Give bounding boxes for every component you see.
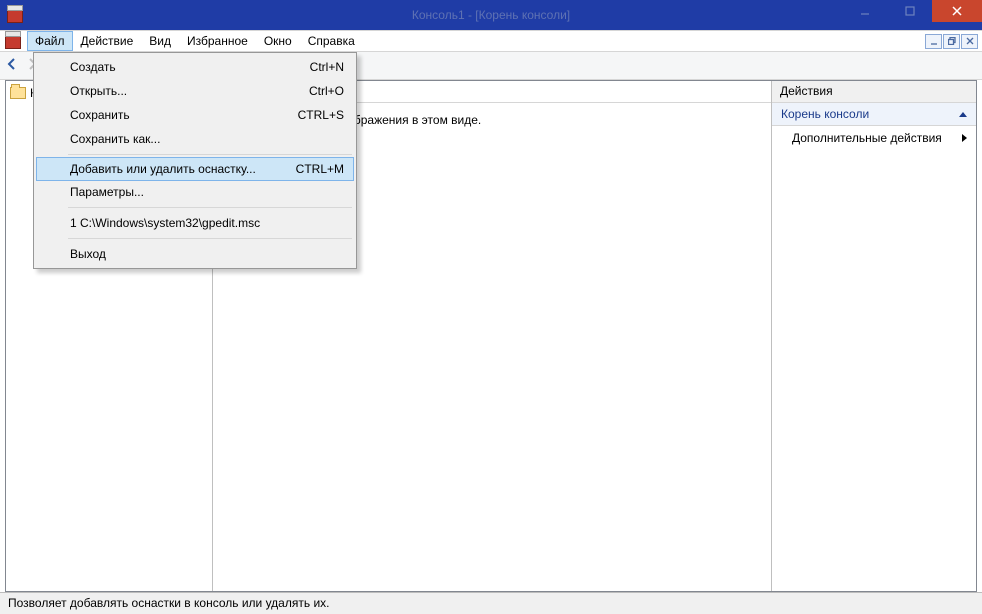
menu-item-add-remove-shortcut: CTRL+M [296,162,344,176]
menu-item-options[interactable]: Параметры... [36,180,354,204]
actions-section-header[interactable]: Корень консоли [772,103,976,126]
document-icon[interactable] [5,33,21,49]
menu-help[interactable]: Справка [300,31,363,51]
chevron-right-icon [962,134,967,142]
actions-more-label: Дополнительные действия [792,131,942,145]
statusbar-text: Позволяет добавлять оснастки в консоль и… [8,596,329,610]
collapse-icon [959,112,967,117]
menu-item-save-as[interactable]: Сохранить как... [36,127,354,151]
file-menu-dropdown: Создать Ctrl+N Открыть... Ctrl+O Сохрани… [33,52,357,269]
menu-item-create[interactable]: Создать Ctrl+N [36,55,354,79]
menu-item-create-shortcut: Ctrl+N [310,60,344,74]
mdi-minimize-button[interactable] [925,34,942,49]
menu-item-exit-label: Выход [70,247,106,261]
menu-window[interactable]: Окно [256,31,300,51]
menu-file[interactable]: Файл [27,31,73,51]
menu-item-open[interactable]: Открыть... Ctrl+O [36,79,354,103]
menu-item-recent-1[interactable]: 1 C:\Windows\system32\gpedit.msc [36,211,354,235]
mdi-restore-button[interactable] [943,34,960,49]
menu-item-save[interactable]: Сохранить CTRL+S [36,103,354,127]
menu-action[interactable]: Действие [73,31,142,51]
actions-pane: Действия Корень консоли Дополнительные д… [772,81,976,591]
menu-item-add-remove-label: Добавить или удалить оснастку... [70,162,256,176]
menubar: Файл Действие Вид Избранное Окно Справка [0,30,982,52]
menu-item-recent-label: 1 C:\Windows\system32\gpedit.msc [70,216,260,230]
menu-separator [68,207,352,208]
folder-icon [10,87,26,99]
actions-pane-title: Действия [772,81,976,103]
menu-item-save-shortcut: CTRL+S [298,108,344,122]
menu-item-save-as-label: Сохранить как... [70,132,160,146]
menu-item-create-label: Создать [70,60,116,74]
menu-item-exit[interactable]: Выход [36,242,354,266]
back-button[interactable] [4,56,20,75]
menu-item-open-shortcut: Ctrl+O [309,84,344,98]
menu-item-save-label: Сохранить [70,108,130,122]
menu-view[interactable]: Вид [141,31,179,51]
window-title: Консоль1 - [Корень консоли] [412,8,570,22]
menu-favorites[interactable]: Избранное [179,31,256,51]
menu-item-open-label: Открыть... [70,84,127,98]
window-titlebar: Консоль1 - [Корень консоли] [0,0,982,30]
app-icon [7,7,23,23]
minimize-button[interactable] [842,0,887,22]
menu-item-add-remove-snapin[interactable]: Добавить или удалить оснастку... CTRL+M [36,157,354,181]
maximize-button[interactable] [887,0,932,22]
actions-more-link[interactable]: Дополнительные действия [772,126,976,150]
menu-item-options-label: Параметры... [70,185,144,199]
mdi-close-button[interactable] [961,34,978,49]
menu-separator [68,154,352,155]
menu-separator [68,238,352,239]
actions-section-label: Корень консоли [781,107,869,121]
close-button[interactable] [932,0,982,22]
statusbar: Позволяет добавлять оснастки в консоль и… [0,592,982,614]
